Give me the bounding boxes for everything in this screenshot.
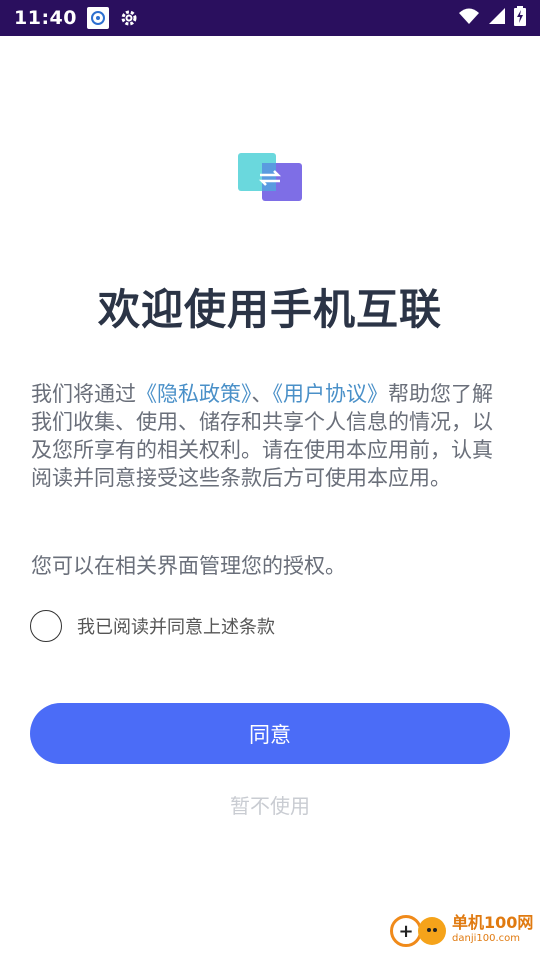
privacy-description: 我们将通过《隐私政策》、《用户协议》帮助您了解我们收集、使用、储存和共享个人信息… [31,380,511,492]
decline-button[interactable]: 暂不使用 [0,790,540,819]
status-bar: 11:40 [0,0,540,36]
signal-icon [488,7,506,29]
description-separator: 、 [251,382,273,406]
description-text: 我们将通过 [31,382,136,406]
watermark-face-icon [418,917,446,945]
app-logo [238,153,302,201]
watermark-text: 单机100网 [452,913,534,932]
consent-checkbox[interactable] [30,610,62,642]
consent-row[interactable]: 我已阅读并同意上述条款 [30,610,275,642]
settings-gear-icon [119,8,139,28]
authorization-note: 您可以在相关界面管理您的授权。 [31,554,346,578]
privacy-policy-link[interactable]: 《隐私政策》 [136,382,252,406]
app-notification-icon [86,7,109,29]
battery-charging-icon [514,6,526,30]
page-title: 欢迎使用手机互联 [97,285,442,334]
agree-button[interactable]: 同意 [30,703,510,764]
watermark-domain: danji100.com [452,933,520,944]
consent-label: 我已阅读并同意上述条款 [77,617,275,638]
status-time: 11:40 [14,7,77,29]
wifi-icon [458,7,480,29]
transfer-arrows-icon [238,153,302,201]
user-agreement-link[interactable]: 《用户协议》 [273,382,389,406]
watermark: + 单机100网 danji100.com [390,915,533,947]
